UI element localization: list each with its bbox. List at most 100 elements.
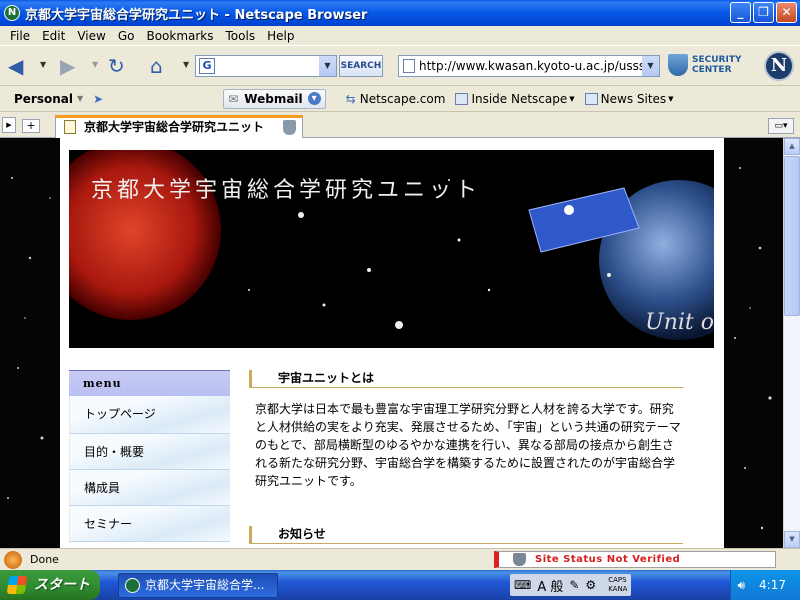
bookmark-label: Inside Netscape xyxy=(471,91,568,106)
chevron-down-icon: ▼ xyxy=(668,94,674,103)
scroll-up-icon[interactable]: ▲ xyxy=(784,138,800,155)
tray-clock[interactable]: 🔊︎ 4:17 xyxy=(730,570,800,600)
taskbar: スタート 京都大学宇宙総合学... ⌨ A 般 ✎ ⚙ CAPS KANA 🔊︎… xyxy=(0,570,800,600)
status-text: Done xyxy=(30,553,59,566)
sidebar-item-seminar[interactable]: セミナー xyxy=(69,506,230,542)
web-page: 京都大学宇宙総合学研究ユニット Unit o menu トップページ 目的・概要… xyxy=(60,138,724,548)
bookmark-news-sites[interactable]: News Sites ▼ xyxy=(584,91,674,106)
personal-toolbar-arrow-icon[interactable]: ➤ xyxy=(93,92,103,106)
search-button[interactable]: SEARCH xyxy=(339,55,383,77)
clock-time: 4:17 xyxy=(759,578,786,592)
taskbar-item-browser[interactable]: 京都大学宇宙総合学... xyxy=(118,573,278,598)
personal-label: Personal xyxy=(14,91,73,106)
tab-active[interactable]: 京都大学宇宙総合学研究ユニット xyxy=(55,115,303,138)
ime-mode[interactable]: A 般 xyxy=(537,576,563,595)
menu-tools[interactable]: Tools xyxy=(220,29,262,43)
netscape-app-icon: N xyxy=(4,5,20,21)
url-text[interactable]: http://www.kwasan.kyoto-u.ac.jp/usss/ xyxy=(419,59,649,73)
tab-security-icon xyxy=(283,120,296,135)
sidebar-item-top-page[interactable]: トップページ xyxy=(69,396,230,434)
menu-bookmarks[interactable]: Bookmarks xyxy=(140,29,219,43)
window-controls: _ ❐ ✕ xyxy=(730,2,797,23)
vertical-scrollbar[interactable]: ▲ ▼ xyxy=(783,138,800,548)
forward-arrow-icon[interactable]: ▶ xyxy=(60,54,75,78)
scrollbar-thumb[interactable] xyxy=(784,156,800,316)
site-status-text: Site Status Not Verified xyxy=(535,554,681,565)
navigation-toolbar: ◀ ▼ ▶ ▼ ↻ ⌂ ▼ G ▼ SEARCH http://www.kwas… xyxy=(0,46,800,86)
netscape-task-icon xyxy=(125,578,140,593)
maximize-button[interactable]: ❐ xyxy=(753,2,774,23)
url-input[interactable]: http://www.kwasan.kyoto-u.ac.jp/usss/ ▼ xyxy=(398,55,660,77)
speaker-icon[interactable]: 🔊︎ xyxy=(737,578,745,593)
bookmark-label: Netscape.com xyxy=(359,91,446,106)
shield-icon xyxy=(668,54,688,76)
ime-tools-icon[interactable]: ⚙ xyxy=(585,578,596,592)
search-engine-icon[interactable]: G xyxy=(199,58,215,74)
folder-icon xyxy=(455,92,469,105)
security-center-button[interactable]: SECURITY CENTER xyxy=(668,54,741,76)
close-button[interactable]: ✕ xyxy=(776,2,797,23)
task-item-label: 京都大学宇宙総合学... xyxy=(145,578,265,592)
webmail-button[interactable]: ✉ Webmail ▾ xyxy=(223,88,326,109)
bookmark-label: News Sites xyxy=(600,91,667,106)
bookmark-netscape-com[interactable]: ⇆ Netscape.com xyxy=(346,92,446,106)
menu-help[interactable]: Help xyxy=(261,29,300,43)
menu-bar: File Edit View Go Bookmarks Tools Help xyxy=(0,26,800,46)
content-viewport: 京都大学宇宙総合学研究ユニット Unit o menu トップページ 目的・概要… xyxy=(0,138,783,548)
chevron-down-icon: ▼ xyxy=(77,94,84,103)
envelope-icon: ✉ xyxy=(228,91,239,106)
chevron-down-icon: ▼ xyxy=(569,94,575,103)
throbber-icon xyxy=(4,550,22,569)
status-bar: Done Site Status Not Verified xyxy=(0,548,800,570)
kana-indicator: KANA xyxy=(608,585,628,593)
menu-view[interactable]: View xyxy=(71,29,111,43)
sidebar-item-members[interactable]: 構成員 xyxy=(69,470,230,506)
sidebar-item-purpose[interactable]: 目的・概要 xyxy=(69,434,230,470)
personal-menu[interactable]: Personal ▼ xyxy=(14,92,83,106)
start-label: スタート xyxy=(34,577,90,593)
system-tray: ⌨ A 般 ✎ ⚙ CAPS KANA 🔊︎ 4:17 xyxy=(510,570,800,600)
back-dropdown-icon[interactable]: ▼ xyxy=(40,60,46,69)
site-status-indicator[interactable]: Site Status Not Verified xyxy=(494,551,776,568)
security-label-line1: SECURITY xyxy=(692,55,742,65)
tab-scroll-left-icon[interactable]: ▶ xyxy=(2,117,16,133)
start-button[interactable]: スタート xyxy=(0,570,100,600)
security-label-line2: CENTER xyxy=(692,65,732,75)
site-banner: 京都大学宇宙総合学研究ユニット Unit o xyxy=(69,150,714,348)
caps-indicator: CAPS xyxy=(608,576,627,584)
forward-dropdown-icon[interactable]: ▼ xyxy=(92,60,98,69)
netscape-logo-icon[interactable]: N xyxy=(764,51,794,81)
menu-file[interactable]: File xyxy=(4,29,36,43)
menu-header: menu xyxy=(69,370,230,396)
home-icon[interactable]: ⌂ xyxy=(150,54,163,78)
new-tab-button[interactable]: + xyxy=(22,119,40,133)
webmail-dropdown-icon: ▾ xyxy=(307,92,321,105)
window-title: 京都大学宇宙総合学研究ユニット - Netscape Browser xyxy=(25,7,368,23)
page-icon xyxy=(64,120,76,134)
banner-subtitle: Unit o xyxy=(645,310,714,335)
scroll-down-icon[interactable]: ▼ xyxy=(784,531,800,548)
section-heading-news: お知らせ xyxy=(249,526,683,544)
reload-icon[interactable]: ↻ xyxy=(108,54,125,78)
ime-dictionary-icon[interactable]: ✎ xyxy=(569,578,579,592)
site-shield-icon xyxy=(513,553,526,566)
tab-title: 京都大学宇宙総合学研究ユニット xyxy=(84,120,265,134)
minimize-button[interactable]: _ xyxy=(730,2,751,23)
url-dropdown-icon[interactable]: ▼ xyxy=(642,56,659,76)
section-body-about: 京都大学は日本で最も豊富な宇宙理工学研究分野と人材を誇る大学です。研究と人材供給… xyxy=(255,402,681,488)
menu-go[interactable]: Go xyxy=(112,29,141,43)
sidebar-menu: menu トップページ 目的・概要 構成員 セミナー xyxy=(69,370,230,548)
home-dropdown-icon[interactable]: ▼ xyxy=(183,60,189,69)
back-arrow-icon[interactable]: ◀ xyxy=(8,54,23,78)
menu-edit[interactable]: Edit xyxy=(36,29,71,43)
search-input[interactable]: G ▼ xyxy=(195,55,337,77)
search-engine-dropdown-icon[interactable]: ▼ xyxy=(319,56,336,76)
keyboard-icon[interactable]: ⌨ xyxy=(514,578,531,592)
personal-toolbar: Personal ▼ ➤ ✉ Webmail ▾ ⇆ Netscape.com … xyxy=(0,86,800,112)
netscape-link-icon: ⇆ xyxy=(345,91,356,106)
ime-toolbar[interactable]: ⌨ A 般 ✎ ⚙ CAPS KANA xyxy=(510,574,632,596)
tab-list-icon[interactable]: ▭▾ xyxy=(768,118,794,134)
banner-title: 京都大学宇宙総合学研究ユニット xyxy=(91,178,482,203)
bookmark-inside-netscape[interactable]: Inside Netscape ▼ xyxy=(455,91,575,106)
tab-bar: ▶ + 京都大学宇宙総合学研究ユニット ▭▾ xyxy=(0,112,800,138)
